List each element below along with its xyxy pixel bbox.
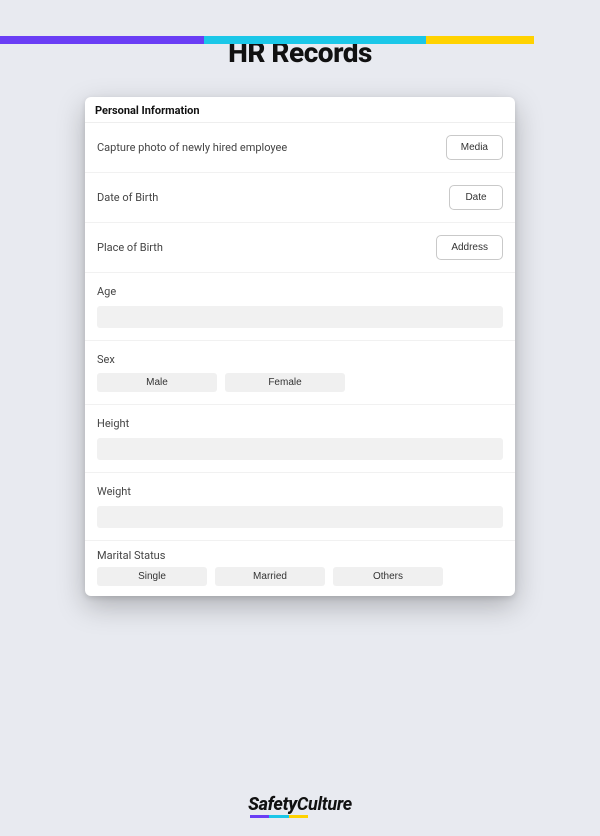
field-dob-label: Date of Birth xyxy=(97,191,158,204)
brand-underline xyxy=(250,815,308,818)
sex-option-female[interactable]: Female xyxy=(225,373,345,392)
field-sex: Sex Male Female xyxy=(85,341,515,405)
brand-footer: SafetyCulture xyxy=(0,794,600,818)
top-accent-stripe xyxy=(0,36,600,44)
field-age-label: Age xyxy=(97,285,503,298)
age-input[interactable] xyxy=(97,306,503,328)
sex-options: Male Female xyxy=(97,373,503,392)
field-height: Height xyxy=(85,405,515,473)
brand-part2: Culture xyxy=(297,794,352,815)
marital-option-others[interactable]: Others xyxy=(333,567,443,586)
stripe-gray xyxy=(534,36,600,44)
field-marital-label: Marital Status xyxy=(97,549,503,562)
field-weight-label: Weight xyxy=(97,485,503,498)
address-button[interactable]: Address xyxy=(436,235,503,260)
marital-options: Single Married Others xyxy=(97,567,503,586)
marital-option-single[interactable]: Single xyxy=(97,567,207,586)
field-dob: Date of Birth Date xyxy=(85,173,515,223)
marital-option-married[interactable]: Married xyxy=(215,567,325,586)
date-button[interactable]: Date xyxy=(449,185,503,210)
section-header: Personal Information xyxy=(85,97,515,123)
stripe-yellow xyxy=(426,36,534,44)
field-sex-label: Sex xyxy=(97,353,503,366)
field-marital: Marital Status Single Married Others xyxy=(85,541,515,596)
brand-logo: SafetyCulture xyxy=(248,794,352,818)
sex-option-male[interactable]: Male xyxy=(97,373,217,392)
field-photo: Capture photo of newly hired employee Me… xyxy=(85,123,515,173)
field-height-label: Height xyxy=(97,417,503,430)
brand-part1: Safety xyxy=(248,794,297,815)
stripe-purple xyxy=(0,36,204,44)
height-input[interactable] xyxy=(97,438,503,460)
stripe-cyan xyxy=(204,36,426,44)
field-weight: Weight xyxy=(85,473,515,541)
field-pob-label: Place of Birth xyxy=(97,241,163,254)
weight-input[interactable] xyxy=(97,506,503,528)
form-card: Personal Information Capture photo of ne… xyxy=(85,97,515,596)
media-button[interactable]: Media xyxy=(446,135,503,160)
field-photo-label: Capture photo of newly hired employee xyxy=(97,141,287,154)
field-age: Age xyxy=(85,273,515,341)
field-pob: Place of Birth Address xyxy=(85,223,515,273)
